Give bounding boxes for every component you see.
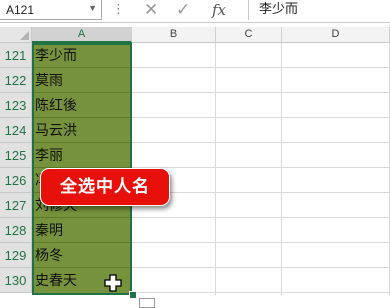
more-options-icon[interactable]: ⋮ [112, 2, 125, 16]
cell-a125[interactable]: 李丽 [35, 143, 129, 168]
cross-cursor-icon [104, 274, 122, 292]
paste-options-icon[interactable] [139, 298, 155, 308]
chevron-down-icon[interactable]: ▼ [88, 3, 97, 13]
enter-icon[interactable]: ✓ [176, 0, 190, 20]
row-header-128[interactable]: 128 [0, 218, 32, 243]
row-header-127[interactable]: 127 [0, 193, 32, 218]
formula-input[interactable]: 李少而 [248, 0, 390, 20]
formula-bar: A121 ▼ ⋮ ✕ ✓ fx 李少而 [0, 0, 390, 23]
cell-a129[interactable]: 杨冬 [35, 243, 129, 268]
row-header-123[interactable]: 123 [0, 93, 32, 118]
column-header-b[interactable]: B [132, 27, 216, 43]
row-header-126[interactable]: 126 [0, 168, 32, 193]
cell-a124[interactable]: 马云洪 [35, 118, 129, 143]
row-header-125[interactable]: 125 [0, 143, 32, 168]
select-all-triangle-icon [20, 31, 29, 40]
row-header-129[interactable]: 129 [0, 243, 32, 268]
row-header-122[interactable]: 122 [0, 68, 32, 93]
cell-a121[interactable]: 李少而 [35, 43, 129, 68]
cancel-icon[interactable]: ✕ [144, 0, 158, 20]
column-header-a[interactable]: A [32, 27, 132, 43]
row-header-124[interactable]: 124 [0, 118, 32, 143]
fill-handle[interactable] [129, 291, 137, 299]
fx-icon[interactable]: fx [212, 0, 226, 20]
name-box-value: A121 [6, 3, 35, 17]
cell-a128[interactable]: 秦明 [35, 218, 129, 243]
select-all-button[interactable] [0, 27, 32, 43]
callout-label: 全选中人名 [40, 168, 170, 206]
cell-a123[interactable]: 陈红後 [35, 93, 129, 118]
cell-a122[interactable]: 莫雨 [35, 68, 129, 93]
name-box[interactable]: A121 ▼ [0, 0, 102, 20]
row-header-121[interactable]: 121 [0, 43, 32, 68]
column-header-d[interactable]: D [282, 27, 390, 43]
row-header-130[interactable]: 130 [0, 268, 32, 293]
column-header-c[interactable]: C [216, 27, 282, 43]
